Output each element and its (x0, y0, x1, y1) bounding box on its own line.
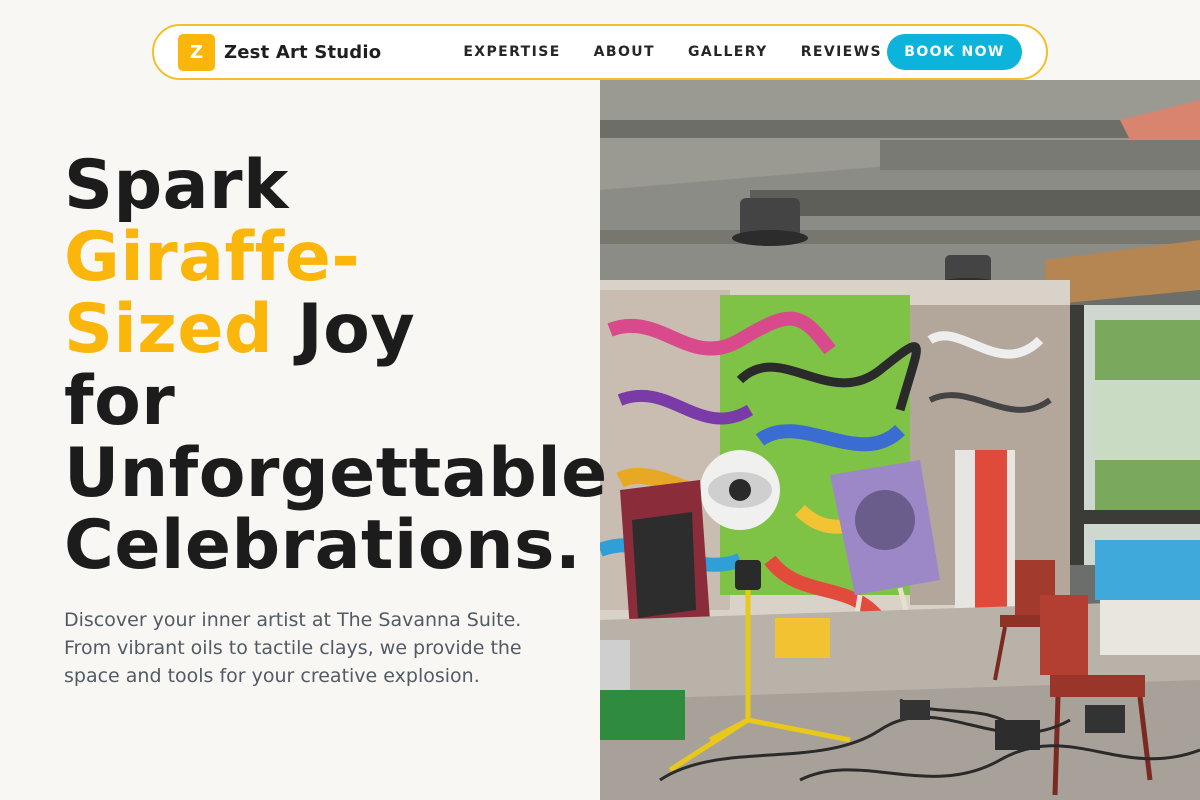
hero-studio-image (600, 80, 1200, 800)
nav-link-reviews[interactable]: REVIEWS (801, 44, 882, 60)
hero-title-line-6: Celebrations. (64, 506, 582, 585)
hero-title-accent-1: Giraffe- (64, 218, 361, 297)
nav-link-about[interactable]: ABOUT (594, 44, 655, 60)
brand-name: Zest Art Studio (224, 41, 382, 63)
hero-title-line-1: Spark (64, 146, 289, 225)
hero-description: Discover your inner artist at The Savann… (64, 609, 522, 687)
hero-title-line-5: Unforgettable (64, 434, 608, 513)
hero-title-accent-2: Sized (64, 290, 274, 369)
nav-links: EXPERTISE ABOUT GALLERY REVIEWS (463, 44, 882, 60)
hero-title: Spark Giraffe- Sized Joy for Unforgettab… (64, 150, 664, 582)
z-logo-icon: Z (178, 33, 215, 71)
nav-link-expertise[interactable]: EXPERTISE (463, 44, 560, 60)
hero-title-line-4: for (64, 362, 176, 441)
hero-title-joy: Joy (273, 290, 416, 369)
nav-link-gallery[interactable]: GALLERY (688, 44, 768, 60)
brand-logo-link[interactable]: Z Zest Art Studio (178, 33, 382, 71)
hero-title-line-3: Sized Joy (64, 294, 664, 366)
main-nav: Z Zest Art Studio EXPERTISE ABOUT GALLER… (152, 24, 1048, 80)
book-now-button[interactable]: BOOK NOW (887, 34, 1022, 70)
